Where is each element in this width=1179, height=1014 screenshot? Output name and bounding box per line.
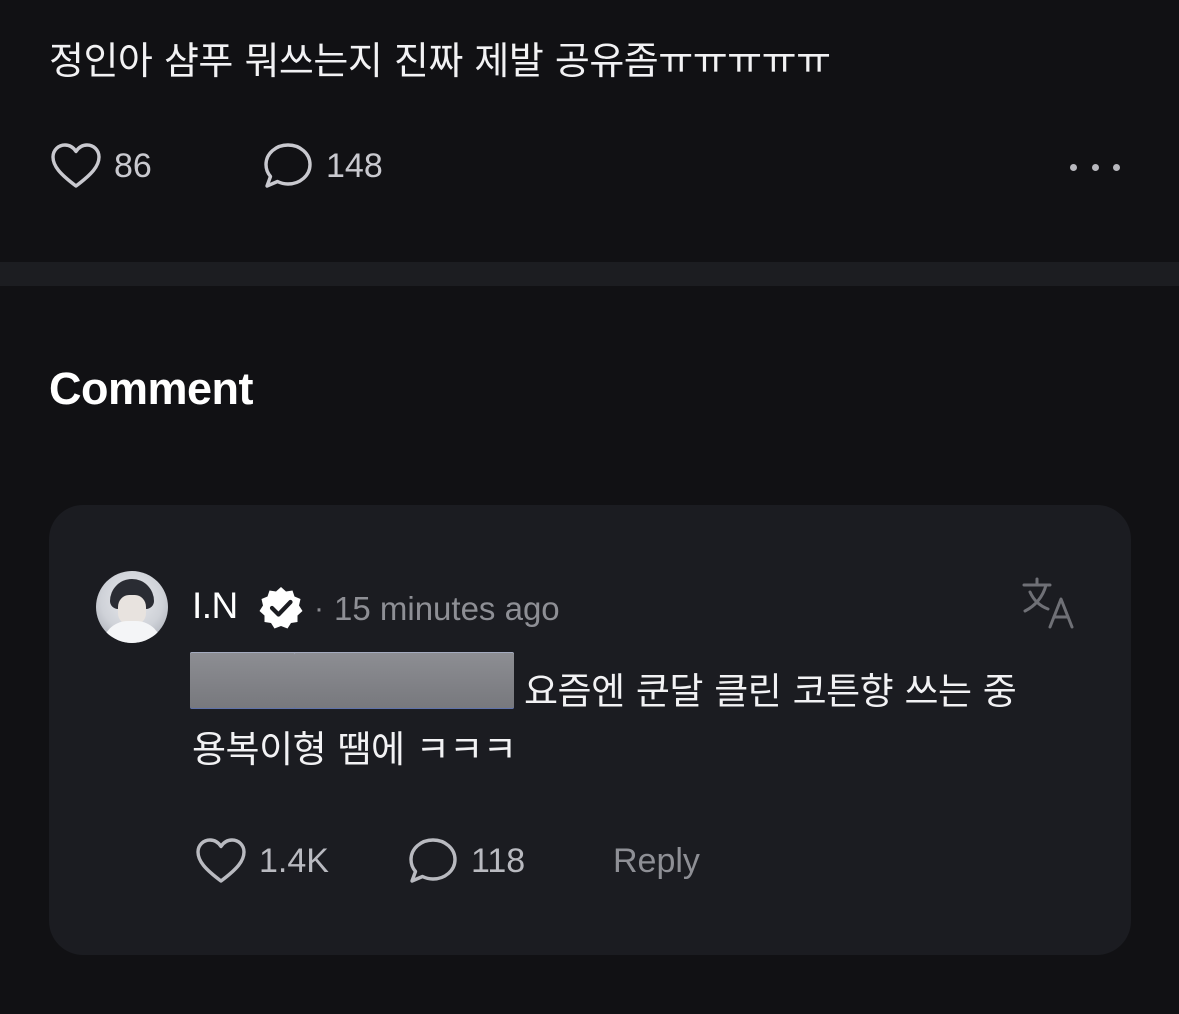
comment-card: I.N · 15 minutes ago 요즘엔 쿤달 클린 코튼향 쓰는 중 …	[49, 505, 1131, 955]
comment-timestamp: 15 minutes ago	[334, 590, 560, 627]
comment-actions: 1.4K 118 Reply	[195, 835, 795, 887]
comment-replies-button[interactable]: 118	[407, 835, 525, 887]
post-text: 정인아 샴푸 뭐쓰는지 진짜 제발 공유좀ㅠㅠㅠㅠㅠ	[49, 39, 831, 83]
post: 정인아 샴푸 뭐쓰는지 진짜 제발 공유좀ㅠㅠㅠㅠㅠ 86 148	[0, 0, 1179, 262]
comment-text-line2: 용복이형 땜에 ㅋㅋㅋ	[192, 728, 517, 771]
post-actions: 86 148	[50, 140, 1130, 192]
section-divider	[0, 262, 1179, 286]
comment-section-title: Comment	[49, 363, 254, 414]
post-like-button[interactable]: 86	[50, 140, 152, 192]
comment-username[interactable]: I.N	[192, 585, 238, 627]
speech-bubble-icon	[264, 143, 312, 188]
comment-text: 요즘엔 쿤달 클린 코튼향 쓰는 중 용복이형 땜에 ㅋㅋㅋ	[192, 663, 1092, 779]
translate-icon[interactable]	[1020, 575, 1076, 631]
comment-text-line1: 요즘엔 쿤달 클린 코튼향 쓰는 중	[524, 670, 1017, 713]
heart-icon	[196, 838, 246, 883]
reply-button[interactable]: Reply	[613, 835, 700, 887]
post-comment-button[interactable]: 148	[262, 140, 383, 192]
avatar[interactable]	[96, 571, 168, 643]
heart-icon	[51, 143, 101, 188]
more-dots-icon	[1091, 163, 1099, 171]
comment-reply-count: 118	[471, 841, 526, 880]
post-like-count: 86	[114, 146, 152, 185]
post-comment-count: 148	[326, 146, 383, 185]
comment-like-count: 1.4K	[259, 841, 329, 880]
more-dots-icon	[1113, 163, 1120, 171]
speech-bubble-icon	[409, 838, 457, 883]
comment-like-button[interactable]: 1.4K	[195, 835, 329, 887]
verified-badge-icon	[259, 587, 303, 629]
more-options-button[interactable]	[1070, 152, 1120, 182]
separator-dot: ·	[314, 592, 324, 625]
more-dots-icon	[1070, 163, 1077, 171]
